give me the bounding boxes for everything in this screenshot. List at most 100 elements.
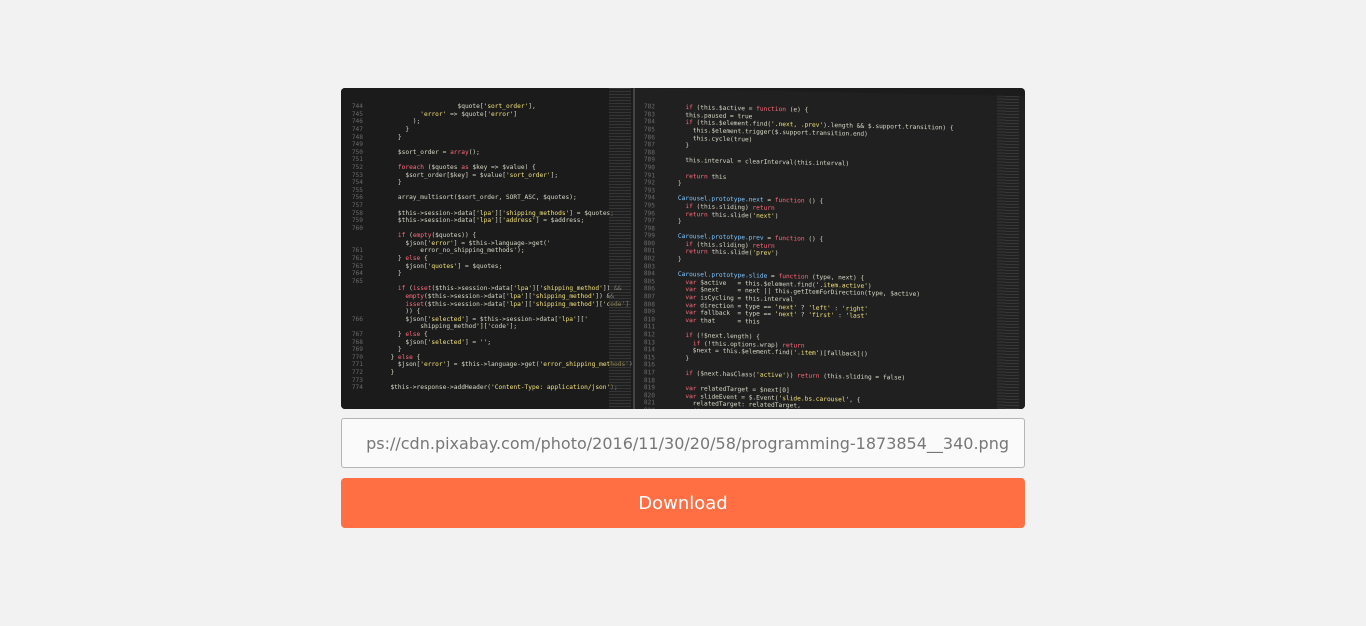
code-line: if (empty($quotes)) { <box>341 232 633 240</box>
code-text: $sort_order[$key] = $value['sort_order']… <box>383 171 559 179</box>
code-text: } <box>663 354 690 362</box>
code-text: error_no_shipping_methods'); <box>383 247 525 255</box>
code-line: 762 } else { <box>341 255 633 263</box>
code-text: $json['selected'] = $this->session->data… <box>383 315 588 323</box>
code-line: 760 <box>341 225 633 233</box>
code-line: 752 foreach ($quotes as $key => $value) … <box>341 164 633 172</box>
image-preview: 744 $quote['sort_order'], 745 'error' => … <box>341 88 1025 409</box>
line-number <box>341 301 383 309</box>
code-line: 765 <box>341 278 633 286</box>
code-text: } <box>383 179 402 187</box>
code-line: 761 error_no_shipping_methods'); <box>341 247 633 255</box>
minimap-right <box>997 95 1019 409</box>
code-text: $sort_order = array(); <box>383 148 480 156</box>
code-text: $json['error'] = $this->language->get('e… <box>383 361 633 369</box>
line-number <box>341 323 383 331</box>
code-text: empty($this->session->data['lpa']['shipp… <box>405 293 615 301</box>
line-number: 750 <box>351 148 363 156</box>
line-number: 755 <box>351 186 363 194</box>
code-line: 751 <box>341 156 633 164</box>
code-line: )) { <box>341 308 633 316</box>
code-text: $this->session->data['lpa']['address'] =… <box>383 217 585 225</box>
code-line: 774 $this->response->addHeader('Content-… <box>341 384 633 392</box>
line-number: 748 <box>351 133 363 141</box>
code-line: 744 $quote['sort_order'], <box>341 103 633 111</box>
line-number <box>341 232 383 240</box>
line-number: 765 <box>351 277 363 285</box>
code-line: $json['error'] = $this->language->get(' <box>341 240 633 248</box>
line-number: 770 <box>351 353 363 361</box>
code-pane-right: 782 if (this.$active = function (e) {783… <box>635 88 1025 409</box>
code-text: } <box>383 270 402 278</box>
code-line: 771 $json['error'] = $this->language->ge… <box>341 361 633 369</box>
code-line: 755 <box>341 187 633 195</box>
code-text: } <box>663 217 682 226</box>
code-text: } <box>383 346 402 354</box>
line-number: 774 <box>351 384 363 392</box>
line-number: 768 <box>351 338 363 346</box>
download-panel: 744 $quote['sort_order'], 745 'error' => … <box>341 88 1025 528</box>
image-url-input[interactable] <box>341 418 1025 468</box>
code-text: } else { <box>383 331 428 338</box>
code-text: $json['quotes'] = $quotes; <box>383 262 503 270</box>
line-number: 772 <box>351 368 363 376</box>
code-line: 748 } <box>341 134 633 142</box>
line-number: 761 <box>351 247 363 255</box>
line-number: 764 <box>351 270 363 278</box>
code-line: 749 <box>341 141 633 149</box>
code-line: shipping_method']['code']; <box>341 323 633 331</box>
line-number: 745 <box>351 110 363 118</box>
line-number <box>341 240 383 248</box>
code-line: 766 $json['selected'] = $this->session->… <box>341 316 633 324</box>
code-text: if (empty($quotes)) { <box>397 232 477 240</box>
code-line: 758 $this->session->data['lpa']['shippin… <box>341 210 633 218</box>
line-number: 766 <box>351 315 363 323</box>
code-line: 746 ); <box>341 118 633 126</box>
code-line: 764 } <box>341 270 633 278</box>
code-line: 756 array_multisort($sort_order, SORT_AS… <box>341 194 633 202</box>
code-line: 759 $this->session->data['lpa']['address… <box>341 217 633 225</box>
code-line: 768 $json['selected'] = ''; <box>341 339 633 347</box>
code-line: 750 $sort_order = array(); <box>341 149 633 157</box>
line-number: 751 <box>351 156 363 164</box>
line-number: 744 <box>351 103 363 111</box>
code-line: 767 } else { <box>341 331 633 339</box>
code-text: } else { <box>383 353 421 361</box>
code-text: shipping_method']['code']; <box>383 323 518 331</box>
line-number: 762 <box>351 255 363 263</box>
line-number: 753 <box>351 171 363 179</box>
code-line: 769 } <box>341 346 633 354</box>
code-text: if (isset($this->session->data['lpa']['s… <box>397 285 622 293</box>
line-number: 756 <box>351 194 363 202</box>
line-number: 767 <box>351 331 363 338</box>
code-line: 763 $json['quotes'] = $quotes; <box>341 263 633 271</box>
code-text: isset($this->session->data['lpa']['shipp… <box>405 300 629 308</box>
line-number: 771 <box>351 361 363 369</box>
code-line: 745 'error' => $quote['error'] <box>341 111 633 119</box>
code-line: 773 <box>341 377 633 385</box>
code-text: } <box>383 125 410 133</box>
code-line: 753 $sort_order[$key] = $value['sort_ord… <box>341 172 633 180</box>
code-text: } <box>383 368 395 376</box>
line-number: 760 <box>351 224 363 232</box>
code-text: array_multisort($sort_order, SORT_ASC, $… <box>383 194 577 202</box>
line-number: 757 <box>351 201 363 209</box>
line-number <box>341 308 383 316</box>
code-text: } <box>663 141 690 150</box>
line-number: 822 <box>635 407 663 409</box>
code-line: empty($this->session->data['lpa']['shipp… <box>341 293 633 301</box>
code-text: } <box>383 133 402 141</box>
code-line: 754 } <box>341 179 633 187</box>
code-text: $json['error'] = $this->language->get(' <box>383 239 551 247</box>
code-line: 757 <box>341 202 633 210</box>
line-number: 769 <box>351 346 363 354</box>
code-line: 770 } else { <box>341 354 633 362</box>
minimap-left <box>609 88 631 409</box>
line-number: 752 <box>351 163 363 171</box>
code-text: $this->response->addHeader('Content-Type… <box>383 384 617 392</box>
code-text: } else { <box>383 255 428 263</box>
line-number: 746 <box>351 118 363 126</box>
code-text: $json['selected'] = ''; <box>383 338 492 346</box>
download-button[interactable]: Download <box>341 478 1025 528</box>
line-number: 754 <box>351 179 363 187</box>
